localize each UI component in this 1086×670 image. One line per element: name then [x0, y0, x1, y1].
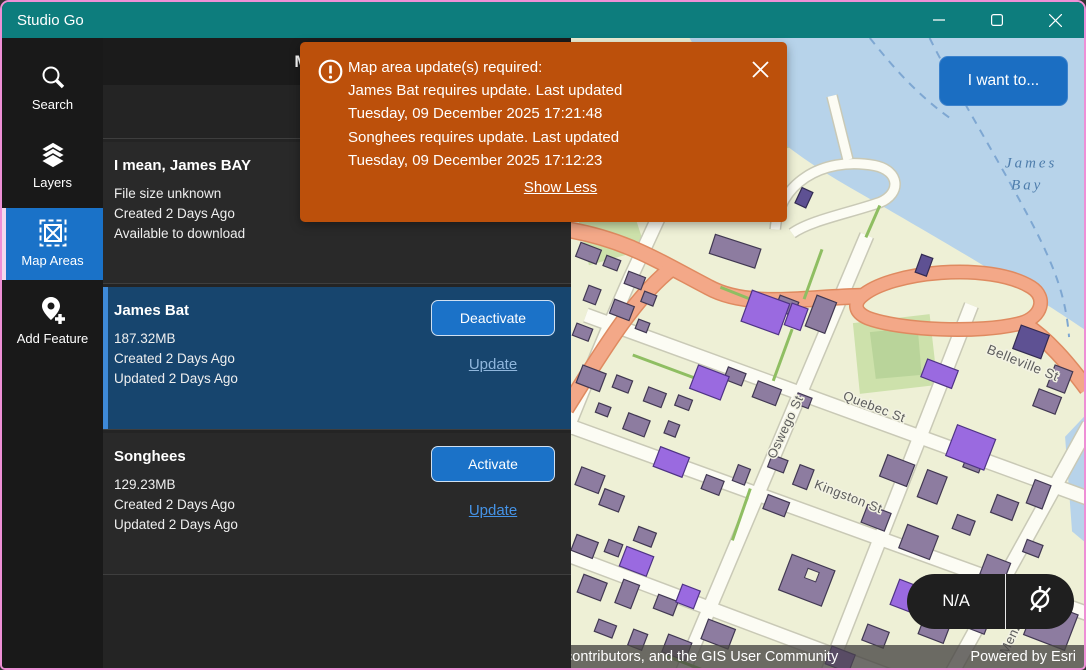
app-title: Studio Go — [17, 12, 84, 29]
sidebar-item-label: Search — [32, 97, 73, 112]
divider — [103, 429, 571, 430]
sidebar-item-add-feature[interactable]: Add Feature — [2, 286, 103, 358]
created-date: Created 2 Days Ago — [114, 349, 431, 369]
powered-by-esri: Powered by Esri — [970, 649, 1084, 665]
window-controls — [910, 2, 1084, 38]
map-label-james-bay-1: James — [1005, 156, 1057, 172]
map-status-pill: N/A — [907, 574, 1074, 629]
minimize-icon — [933, 14, 945, 26]
file-size: 129.23MB — [114, 475, 431, 495]
toast-line: Map area update(s) required: — [348, 56, 773, 79]
map-area-title: Songhees — [114, 448, 431, 465]
close-icon — [752, 61, 769, 78]
layers-icon — [39, 140, 67, 170]
availability-status: Available to download — [114, 224, 555, 244]
visibility-toggle-button[interactable] — [1006, 574, 1074, 629]
show-less-link[interactable]: Show Less — [524, 179, 597, 196]
map-areas-icon — [39, 218, 67, 248]
close-icon — [1049, 14, 1062, 27]
map-label-james-bay-2: Bay — [1011, 178, 1043, 194]
map-attribution-bar: contributors, and the GIS User Community… — [571, 645, 1084, 668]
deactivate-button[interactable]: Deactivate — [431, 300, 555, 336]
sidebar-item-map-areas[interactable]: Map Areas — [2, 208, 103, 280]
toast-close-button[interactable] — [745, 56, 775, 86]
sidebar-item-label: Layers — [33, 175, 72, 190]
update-link[interactable]: Update — [469, 356, 517, 373]
update-link[interactable]: Update — [469, 502, 517, 519]
visibility-off-icon — [1025, 584, 1055, 619]
update-required-toast: Map area update(s) required: James Bat r… — [300, 42, 787, 222]
sidebar-item-layers[interactable]: Layers — [2, 130, 103, 202]
divider — [103, 283, 571, 284]
map-area-card-james-bat[interactable]: James Bat 187.32MB Created 2 Days Ago Up… — [103, 287, 571, 429]
file-size: 187.32MB — [114, 329, 431, 349]
maximize-icon — [991, 14, 1003, 26]
app-window: Studio Go Search — [0, 0, 1086, 670]
toast-line: Songhees requires update. Last updated — [348, 126, 773, 149]
divider — [103, 574, 571, 575]
close-button[interactable] — [1026, 2, 1084, 38]
toast-line: Tuesday, 09 December 2025 17:21:48 — [348, 102, 773, 125]
i-want-to-button[interactable]: I want to... — [939, 56, 1068, 106]
minimize-button[interactable] — [910, 2, 968, 38]
maximize-button[interactable] — [968, 2, 1026, 38]
sidebar: Search Layers — [2, 38, 103, 668]
titlebar: Studio Go — [2, 2, 1084, 38]
map-area-card-songhees[interactable]: Songhees 129.23MB Created 2 Days Ago Upd… — [103, 433, 571, 574]
attribution-text: contributors, and the GIS User Community — [571, 649, 838, 665]
updated-date: Updated 2 Days Ago — [114, 515, 431, 535]
updated-date: Updated 2 Days Ago — [114, 369, 431, 389]
toast-line: James Bat requires update. Last updated — [348, 79, 773, 102]
created-date: Created 2 Days Ago — [114, 495, 431, 515]
map-status-value[interactable]: N/A — [907, 574, 1006, 629]
sidebar-item-search[interactable]: Search — [2, 52, 103, 124]
add-feature-icon — [39, 296, 67, 326]
sidebar-item-label: Add Feature — [17, 331, 89, 346]
activate-button[interactable]: Activate — [431, 446, 555, 482]
warning-icon — [318, 56, 348, 196]
map-area-title: James Bat — [114, 302, 431, 319]
search-icon — [40, 62, 66, 92]
sidebar-item-label: Map Areas — [21, 253, 83, 268]
toast-line: Tuesday, 09 December 2025 17:12:23 — [348, 149, 773, 172]
